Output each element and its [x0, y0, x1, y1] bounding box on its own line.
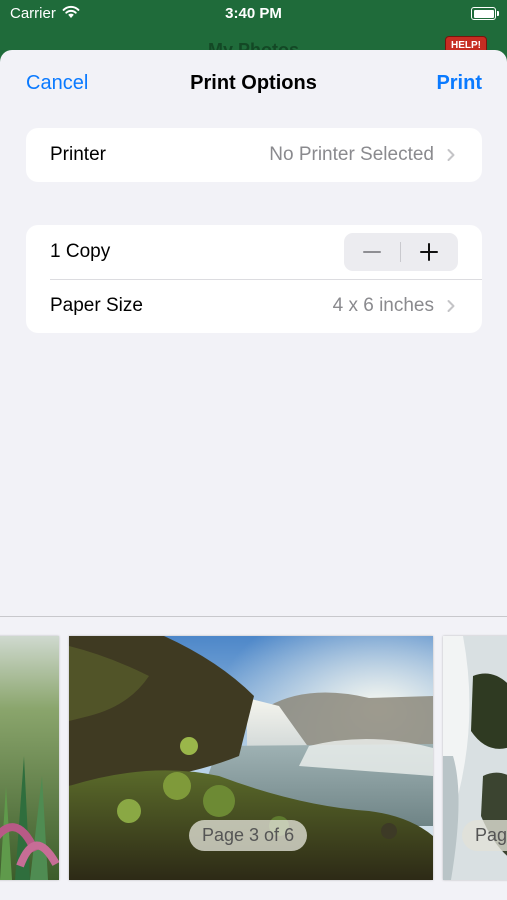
page-preview-strip[interactable]: Page 3 of 6 Page 4 of 6	[0, 636, 507, 882]
paper-size-row[interactable]: Paper Size 4 x 6 inches	[26, 279, 482, 333]
printer-row[interactable]: Printer No Printer Selected	[26, 128, 482, 182]
increment-button[interactable]	[401, 233, 458, 271]
plus-icon	[420, 243, 438, 261]
page-preview-next[interactable]: Page 4 of 6	[443, 636, 507, 880]
copies-stepper	[344, 233, 458, 271]
battery-icon	[471, 7, 499, 20]
copies-label: 1 Copy	[50, 241, 111, 262]
preview-divider	[0, 616, 507, 617]
clock: 3:40 PM	[225, 5, 282, 22]
minus-icon	[363, 251, 381, 253]
print-options-sheet: Cancel Print Options Print Printer No Pr…	[0, 50, 507, 900]
page-number-badge: Page 3 of 6	[189, 820, 308, 851]
page-preview-current[interactable]: Page 3 of 6	[69, 636, 433, 880]
decrement-button[interactable]	[344, 233, 401, 271]
printer-value: No Printer Selected	[269, 144, 434, 165]
chevron-right-icon	[447, 300, 455, 312]
page-preview-previous[interactable]	[0, 636, 59, 880]
sheet-title: Print Options	[190, 72, 317, 94]
nav-bar: Cancel Print Options Print	[0, 50, 507, 118]
chevron-right-icon	[447, 149, 455, 161]
print-button[interactable]: Print	[436, 72, 482, 95]
paper-size-label: Paper Size	[50, 295, 143, 316]
next-page-number-badge: Page 4 of 6	[462, 820, 507, 851]
options-group: 1 Copy Paper Size 4 x 6 inches	[26, 225, 482, 333]
printer-group: Printer No Printer Selected	[26, 128, 482, 182]
plant-photo-thumbnail	[0, 636, 59, 880]
status-bar: Carrier 3:40 PM	[0, 0, 507, 28]
copies-row: 1 Copy	[26, 225, 482, 279]
printer-label: Printer	[50, 144, 106, 165]
paper-size-value: 4 x 6 inches	[332, 295, 434, 316]
